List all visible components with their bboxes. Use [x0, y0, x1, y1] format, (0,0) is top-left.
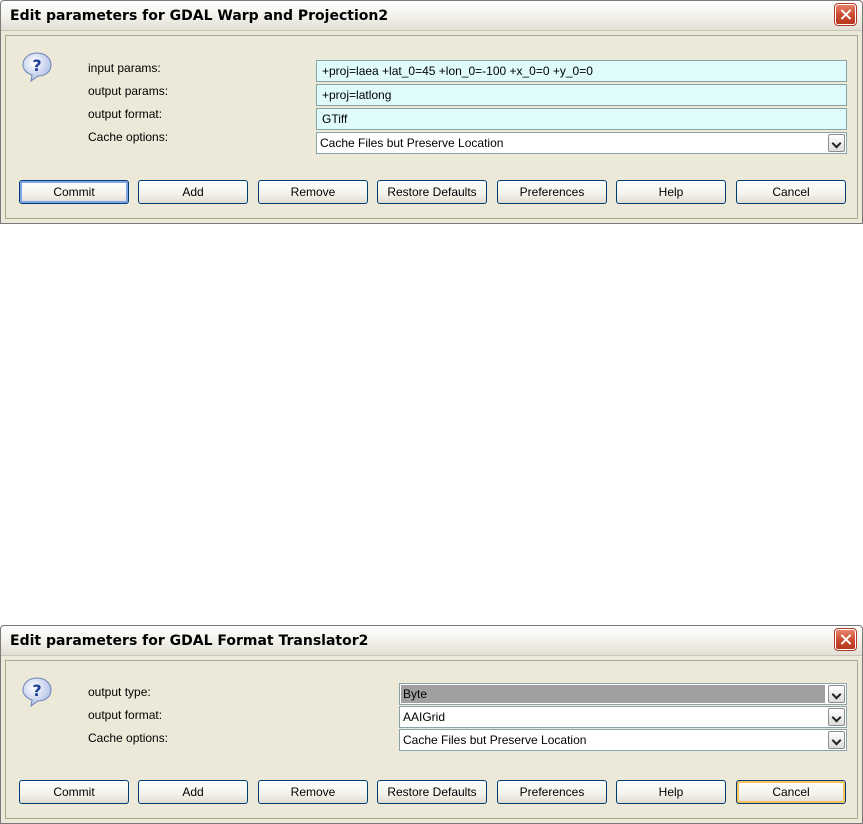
commit-button[interactable]: Commit — [19, 180, 129, 204]
help-button[interactable]: Help — [616, 180, 726, 204]
gdal-warp-dialog: Edit parameters for GDAL Warp and Projec… — [0, 0, 863, 224]
gdal-format-translator-dialog: Edit parameters for GDAL Format Translat… — [0, 625, 863, 824]
output-params-label: output params: — [88, 84, 169, 98]
dialog-title: Edit parameters for GDAL Format Translat… — [10, 633, 369, 649]
chevron-down-icon[interactable] — [828, 134, 845, 152]
dialog-title: Edit parameters for GDAL Warp and Projec… — [10, 8, 389, 24]
cancel-button[interactable]: Cancel — [736, 180, 846, 204]
output-type-label: output type: — [88, 685, 151, 699]
commit-button[interactable]: Commit — [19, 780, 129, 804]
chevron-down-icon[interactable] — [828, 731, 845, 749]
preferences-button[interactable]: Preferences — [497, 780, 607, 804]
title-bar[interactable]: Edit parameters for GDAL Format Translat… — [1, 626, 862, 656]
output-type-select[interactable]: Byte — [399, 683, 847, 705]
output-format-select[interactable]: AAIGrid — [399, 706, 847, 728]
remove-button[interactable]: Remove — [258, 180, 368, 204]
parameters-panel: ? output type: output format: Cache opti… — [5, 660, 858, 819]
cancel-button[interactable]: Cancel — [736, 780, 846, 804]
chevron-down-icon[interactable] — [828, 708, 845, 726]
input-params-label: input params: — [88, 61, 161, 75]
parameters-panel: ? input params: output params: output fo… — [5, 35, 858, 219]
question-icon: ? — [22, 52, 52, 83]
add-button[interactable]: Add — [138, 780, 248, 804]
restore-defaults-button[interactable]: Restore Defaults — [377, 180, 487, 204]
output-format-label: output format: — [88, 107, 163, 121]
question-icon: ? — [22, 677, 52, 708]
svg-text:?: ? — [32, 681, 41, 700]
chevron-down-icon[interactable] — [828, 685, 845, 703]
cache-options-value: Cache Files but Preserve Location — [403, 733, 587, 747]
output-format-value: AAIGrid — [403, 710, 446, 724]
add-button[interactable]: Add — [138, 180, 248, 204]
input-params-field[interactable]: +proj=laea +lat_0=45 +lon_0=-100 +x_0=0 … — [316, 60, 847, 82]
output-format-field[interactable]: GTiff — [316, 108, 847, 130]
cache-options-select[interactable]: Cache Files but Preserve Location — [399, 729, 847, 751]
svg-text:?: ? — [32, 56, 41, 75]
output-type-value: Byte — [401, 685, 825, 703]
close-icon[interactable] — [834, 628, 857, 651]
close-icon[interactable] — [834, 3, 857, 26]
cache-options-select[interactable]: Cache Files but Preserve Location — [316, 132, 847, 154]
restore-defaults-button[interactable]: Restore Defaults — [377, 780, 487, 804]
title-bar[interactable]: Edit parameters for GDAL Warp and Projec… — [1, 1, 862, 31]
preferences-button[interactable]: Preferences — [497, 180, 607, 204]
help-button[interactable]: Help — [616, 780, 726, 804]
cache-options-label: Cache options: — [88, 130, 169, 144]
remove-button[interactable]: Remove — [258, 780, 368, 804]
output-params-field[interactable]: +proj=latlong — [316, 84, 847, 106]
cache-options-value: Cache Files but Preserve Location — [320, 136, 504, 150]
output-format-label: output format: — [88, 708, 163, 722]
cache-options-label: Cache options: — [88, 731, 169, 745]
